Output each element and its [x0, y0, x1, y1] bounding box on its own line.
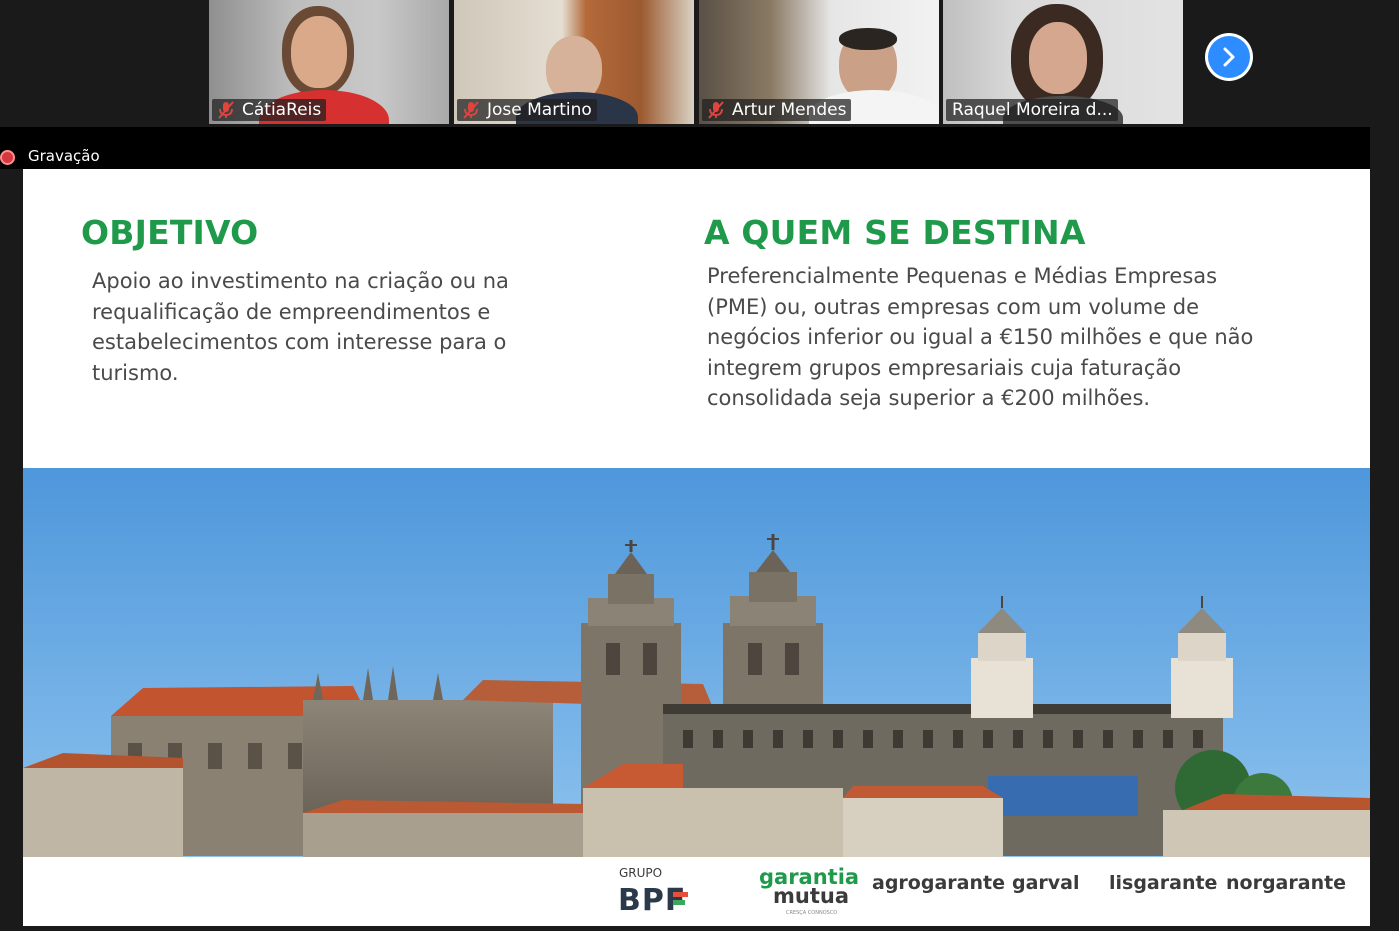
participant-tile-1[interactable]: CátiaReis	[209, 0, 449, 124]
garantia-logo-line2: mutua	[773, 884, 849, 908]
cathedral-photo	[23, 468, 1370, 857]
target-line: consolidada seja superior a €200 milhões…	[707, 386, 1151, 410]
participant-name-bar: Raquel Moreira d...	[946, 99, 1118, 121]
garantia-logo-tagline: CRESÇA CONNOSCO	[786, 910, 838, 916]
objective-text: Apoio ao investimento na criação ou na r…	[92, 266, 554, 388]
recording-label: Gravação	[28, 147, 100, 165]
chevron-right-icon	[1223, 47, 1235, 67]
bpf-logo: BPF	[618, 883, 698, 919]
next-page-button-circle	[1208, 36, 1250, 78]
norgarante-logo: norgarante	[1226, 872, 1347, 894]
muted-mic-icon	[708, 101, 724, 119]
objective-line: estabelecimentos com interesse para o	[92, 330, 507, 354]
zoom-meeting-window: CátiaReis Jose Martino Artur Mendes Raqu…	[0, 0, 1399, 931]
objective-line: Apoio ao investimento na criação ou na	[92, 269, 509, 293]
participant-name: Artur Mendes	[732, 100, 847, 120]
objective-line: requalificação de empreendimentos e	[92, 299, 491, 324]
participant-tile-4-active-speaker[interactable]: Raquel Moreira d...	[943, 0, 1183, 124]
recording-bar	[0, 127, 1370, 169]
participant-tile-2[interactable]: Jose Martino	[454, 0, 694, 124]
participant-name: Raquel Moreira d...	[952, 100, 1113, 120]
next-page-button[interactable]	[1205, 33, 1253, 81]
participant-name: CátiaReis	[242, 100, 322, 120]
partner-logos: GRUPO BPF garantia mutua CRESÇA CONNOSCO…	[23, 857, 1370, 926]
muted-mic-icon	[218, 101, 234, 119]
person-face	[291, 16, 347, 88]
participant-name-bar: Artur Mendes	[702, 99, 852, 121]
person-hair	[839, 28, 897, 50]
target-line: (PME) ou, outras empresas com um volume …	[707, 294, 1200, 319]
muted-mic-icon	[463, 101, 479, 119]
bpf-logo-red-mark	[673, 892, 688, 897]
participant-name-bar: CátiaReis	[212, 99, 327, 121]
cathedral-illustration	[23, 468, 1370, 857]
person-face	[1029, 22, 1087, 94]
participant-name-bar: Jose Martino	[457, 99, 597, 121]
garval-logo: garval	[1012, 872, 1080, 894]
agrogarante-logo: agrogarante	[872, 872, 1005, 894]
target-line: Preferencialmente Pequenas e Médias Empr…	[707, 264, 1218, 288]
shared-screen-slide: OBJETIVO Apoio ao investimento na criaçã…	[23, 169, 1370, 926]
lisgarante-logo: lisgarante	[1109, 872, 1218, 894]
target-audience-heading: A QUEM SE DESTINA	[704, 213, 1086, 252]
participant-tile-3[interactable]: Artur Mendes	[699, 0, 939, 124]
target-line: integrem grupos empresariais cuja fatura…	[707, 355, 1182, 380]
grupo-label: GRUPO	[619, 866, 663, 880]
objective-line: turismo.	[92, 360, 179, 385]
target-audience-text: Preferencialmente Pequenas e Médias Empr…	[707, 261, 1257, 414]
participant-name: Jose Martino	[487, 100, 592, 120]
objective-heading: OBJETIVO	[81, 213, 259, 252]
target-line: negócios inferior ou igual a €150 milhõe…	[707, 325, 1254, 349]
recording-icon[interactable]	[0, 150, 15, 165]
bpf-logo-green-mark	[673, 900, 685, 905]
